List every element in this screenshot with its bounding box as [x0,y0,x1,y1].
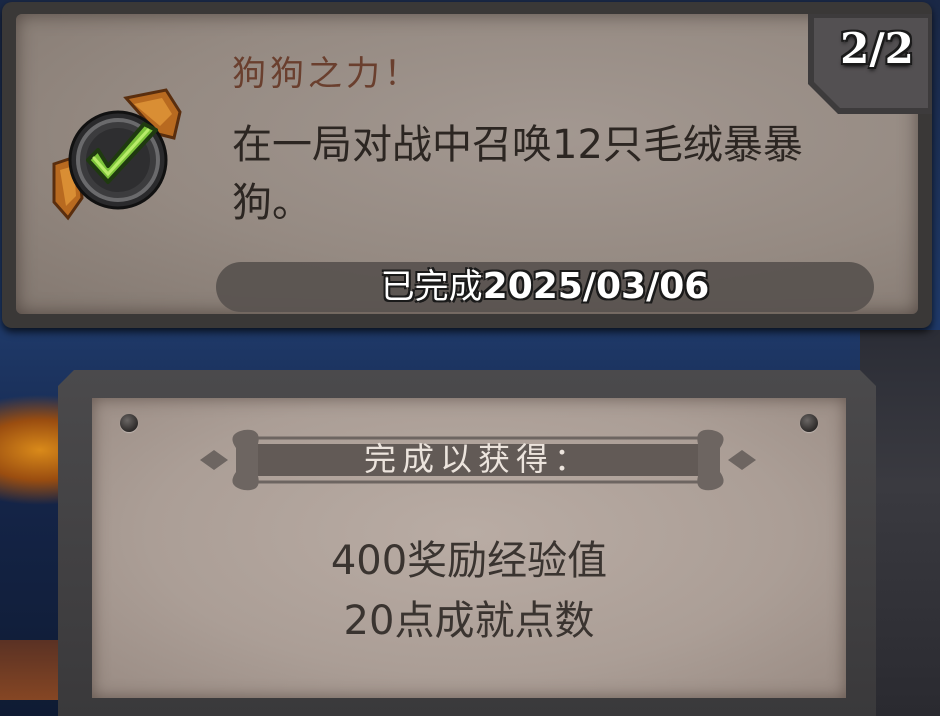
completed-label: 已完成 [380,267,483,307]
reward-item-xp: 400奖励经验值 [330,538,608,584]
quest-description: 在一局对战中召唤12只毛绒暴暴狗。 [232,122,803,226]
quest-title: 狗狗之力！ [232,54,422,94]
checkmark-icon [52,88,182,221]
quest-progress: 2/2 [840,24,914,73]
reward-item-achievement-points: 20点成就点数 [343,598,595,644]
completed-status: 已完成2025/03/06 [216,262,874,312]
completed-date: 2025/03/06 [482,266,710,307]
rivet-left [120,414,138,432]
rivet-right [800,414,818,432]
reward-header: 完成以获得： [363,440,592,478]
